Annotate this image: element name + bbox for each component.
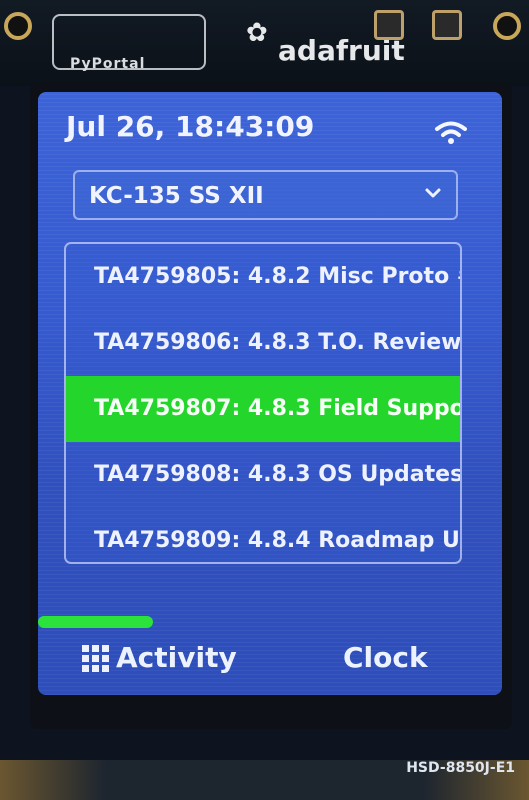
datetime-label: Jul 26, 18:43:09 bbox=[66, 110, 315, 143]
tab-activity-label: Activity bbox=[116, 641, 237, 674]
task-list-item[interactable]: TA4759808: 4.8.3 OS Updates bbox=[66, 442, 460, 508]
device-select-value: KC-135 SS XII bbox=[89, 183, 264, 209]
task-list-item[interactable]: TA4759806: 4.8.3 T.O. Review bbox=[66, 310, 460, 376]
task-list-item[interactable]: TA4759809: 4.8.4 Roadmap Up bbox=[66, 508, 460, 562]
mount-hole-left bbox=[4, 12, 32, 40]
hardware-button-left bbox=[374, 10, 404, 40]
device-select[interactable]: KC-135 SS XII bbox=[73, 170, 458, 220]
tab-clock-label: Clock bbox=[343, 641, 428, 674]
wifi-icon bbox=[435, 121, 467, 144]
task-list-item[interactable]: TA4759805: 4.8.2 Misc Proto #3 bbox=[66, 244, 460, 310]
progress-fill bbox=[38, 616, 153, 628]
hardware-button-right bbox=[432, 10, 462, 40]
adafruit-flower-icon: ✿ bbox=[246, 18, 268, 48]
touchscreen: Jul 26, 18:43:09 KC-135 SS XII TA4759805… bbox=[38, 92, 502, 695]
task-list-item-selected[interactable]: TA4759807: 4.8.3 Field Support bbox=[66, 376, 460, 442]
pyportal-logo-text: PyPortal bbox=[70, 56, 146, 72]
device-top-bezel: PyPortal ✿ adafruit bbox=[0, 0, 529, 86]
tab-clock[interactable]: Clock bbox=[343, 641, 428, 674]
model-label: HSD-8850J-E1 bbox=[406, 760, 515, 776]
chevron-down-icon bbox=[425, 188, 441, 198]
progress-bar bbox=[38, 616, 268, 628]
grid-icon bbox=[82, 645, 109, 672]
task-list: TA4759805: 4.8.2 Misc Proto #3 TA4759806… bbox=[64, 242, 462, 564]
mount-hole-right bbox=[493, 12, 521, 40]
